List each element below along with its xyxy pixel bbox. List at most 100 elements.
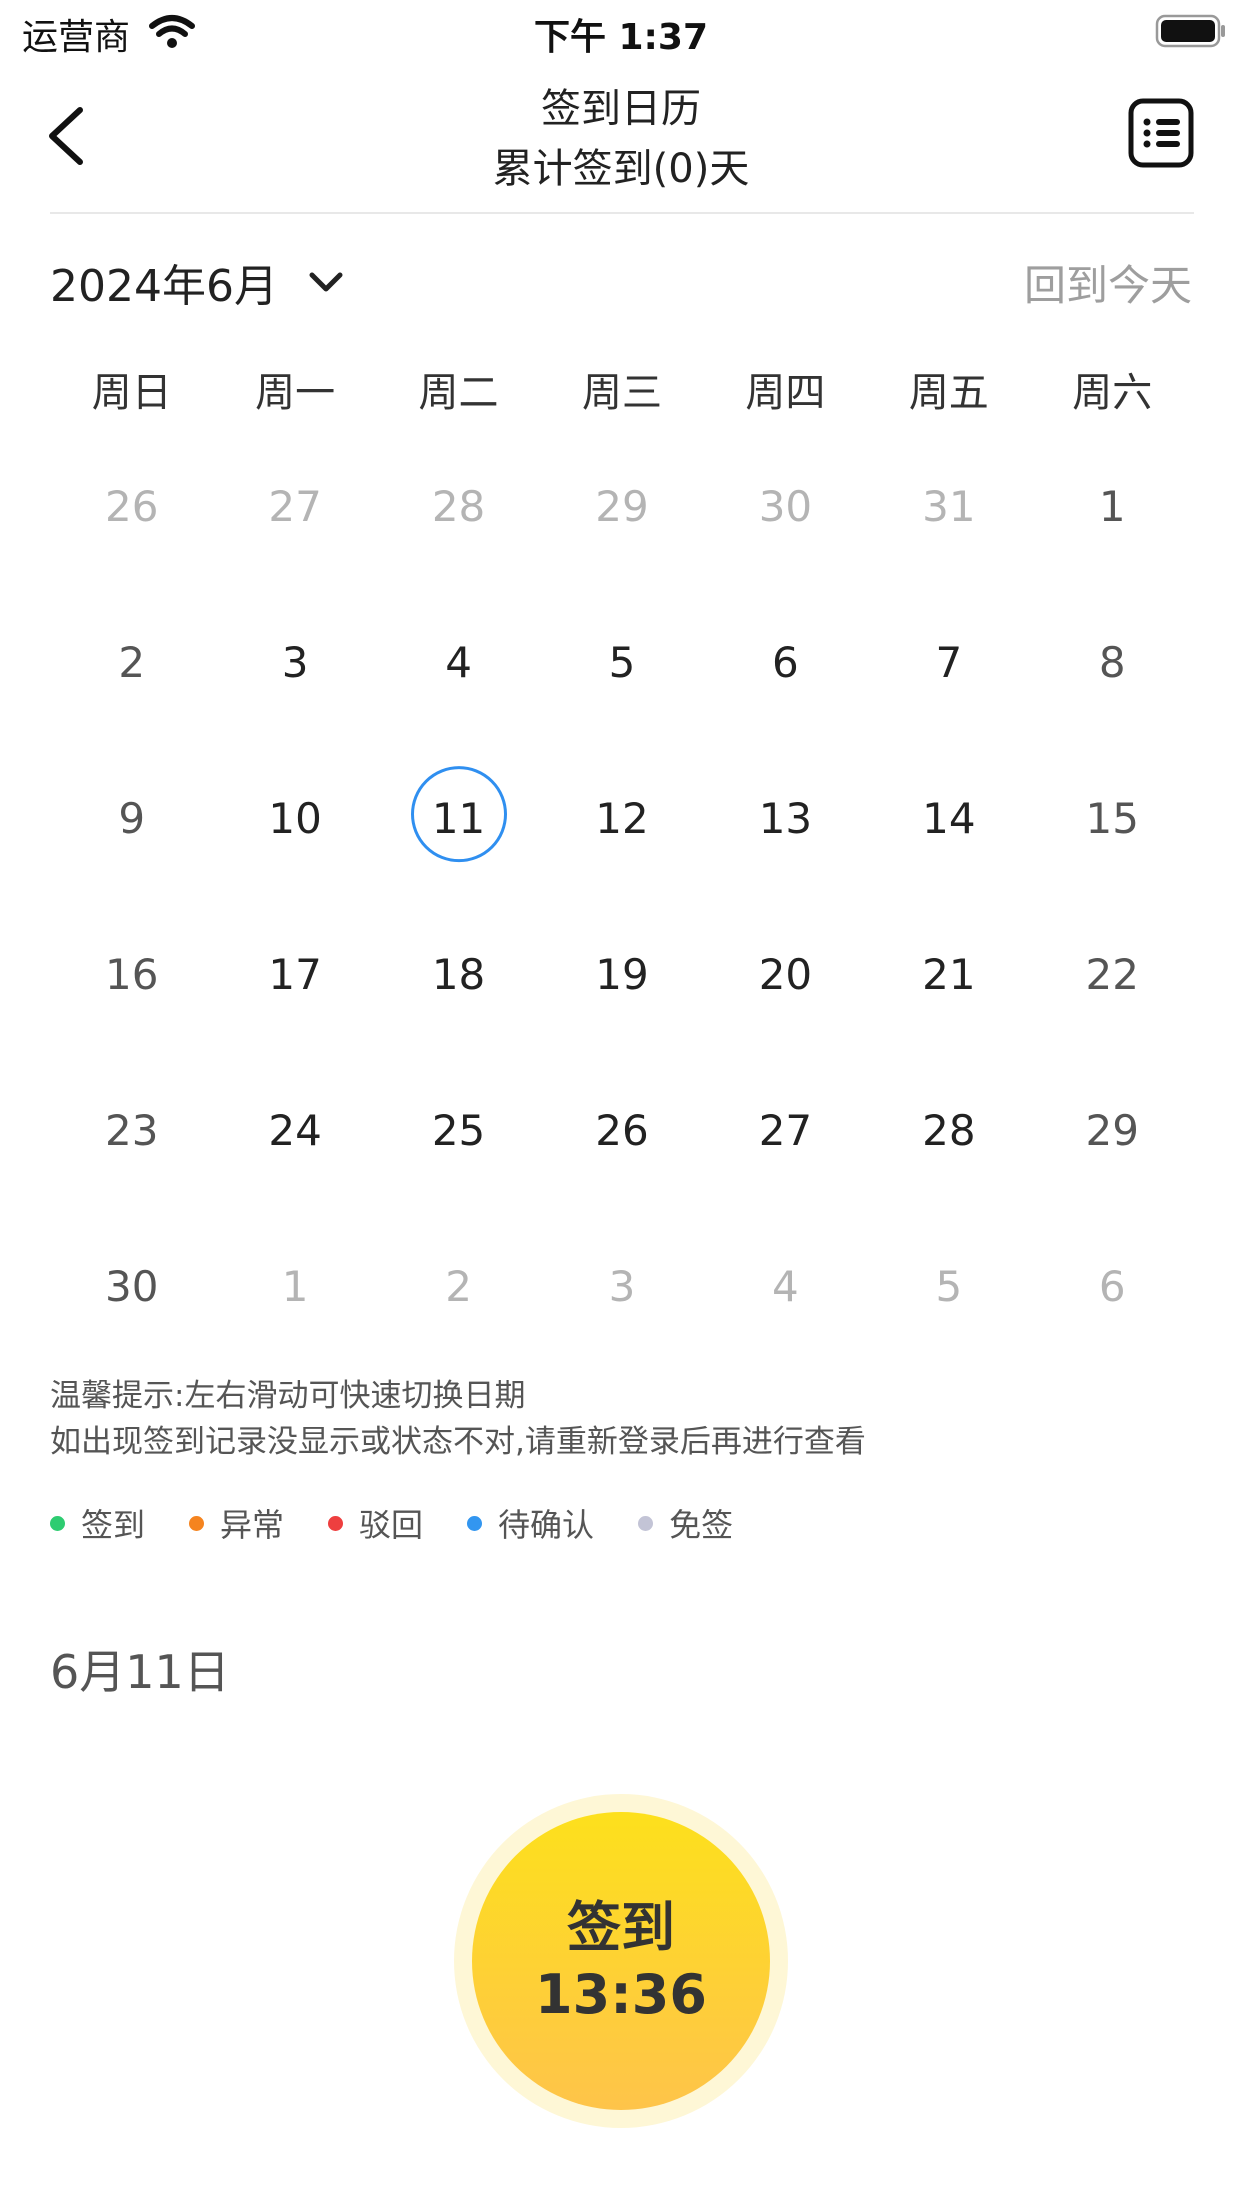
calendar-day[interactable]: 21 bbox=[867, 896, 1030, 1052]
calendar-day[interactable]: 30 bbox=[704, 428, 867, 584]
calendar-day[interactable]: 6 bbox=[704, 584, 867, 740]
calendar-day[interactable]: 29 bbox=[540, 428, 703, 584]
calendar-day[interactable]: 27 bbox=[213, 428, 376, 584]
calendar-day[interactable]: 12 bbox=[540, 740, 703, 896]
legend-dot-icon bbox=[328, 1515, 344, 1531]
checkin-time: 13:36 bbox=[535, 1963, 707, 2026]
day-number: 15 bbox=[1085, 793, 1139, 843]
weekday-label: 周三 bbox=[581, 370, 662, 416]
day-number: 1 bbox=[281, 1261, 309, 1311]
weekday-label: 周五 bbox=[908, 370, 989, 416]
day-number: 13 bbox=[758, 793, 813, 843]
legend-item: 签到 bbox=[50, 1500, 145, 1546]
calendar-day[interactable]: 1 bbox=[1031, 428, 1194, 584]
calendar-day[interactable]: 29 bbox=[1031, 1052, 1194, 1208]
header-divider bbox=[50, 212, 1194, 214]
day-number: 4 bbox=[772, 1261, 799, 1311]
tip-text: 温馨提示:左右滑动可快速切换日期 bbox=[50, 1378, 526, 1414]
calendar-day[interactable]: 18 bbox=[377, 896, 540, 1052]
day-number: 27 bbox=[268, 481, 322, 531]
back-to-today-button[interactable]: 回到今天 bbox=[1024, 252, 1192, 313]
legend-item: 待确认 bbox=[467, 1500, 594, 1546]
legend-item: 驳回 bbox=[328, 1500, 423, 1546]
day-number: 17 bbox=[268, 949, 322, 999]
calendar-day[interactable]: 4 bbox=[377, 584, 540, 740]
calendar-day[interactable]: 9 bbox=[50, 740, 213, 896]
calendar-day-today[interactable]: 11 bbox=[377, 740, 540, 896]
legend-label: 签到 bbox=[81, 1506, 146, 1544]
day-number: 23 bbox=[104, 1105, 159, 1155]
weekday-label: 周一 bbox=[255, 370, 336, 416]
calendar-day[interactable]: 5 bbox=[540, 584, 703, 740]
checkin-button[interactable]: 签到 13:36 bbox=[472, 1812, 770, 2110]
chevron-down-icon bbox=[309, 272, 343, 292]
calendar-day[interactable]: 7 bbox=[867, 584, 1030, 740]
calendar-day[interactable]: 1 bbox=[213, 1208, 376, 1364]
day-number: 3 bbox=[608, 1261, 636, 1311]
page-title: 签到日历 bbox=[541, 86, 701, 132]
calendar-day[interactable]: 17 bbox=[213, 896, 376, 1052]
legend-dot-icon bbox=[638, 1515, 654, 1531]
calendar-day[interactable]: 28 bbox=[377, 428, 540, 584]
calendar-day[interactable]: 15 bbox=[1031, 740, 1194, 896]
calendar-day[interactable]: 16 bbox=[50, 896, 213, 1052]
calendar-day[interactable]: 23 bbox=[50, 1052, 213, 1208]
day-number: 9 bbox=[118, 793, 146, 843]
calendar-day[interactable]: 8 bbox=[1031, 584, 1194, 740]
legend-item: 异常 bbox=[189, 1500, 284, 1546]
day-number: 16 bbox=[104, 949, 159, 999]
weekday-label: 周六 bbox=[1072, 370, 1153, 416]
day-number: 26 bbox=[595, 1105, 649, 1155]
calendar-day[interactable]: 20 bbox=[704, 896, 867, 1052]
selected-date-label: 6月11日 bbox=[50, 1645, 230, 1699]
day-number: 7 bbox=[935, 637, 963, 687]
calendar-day[interactable]: 24 bbox=[213, 1052, 376, 1208]
calendar-day[interactable]: 30 bbox=[50, 1208, 213, 1364]
calendar-day[interactable]: 3 bbox=[213, 584, 376, 740]
calendar-day[interactable]: 5 bbox=[867, 1208, 1030, 1364]
weekday-label: 周日 bbox=[91, 370, 172, 416]
day-number: 22 bbox=[1085, 949, 1139, 999]
calendar-day[interactable]: 6 bbox=[1031, 1208, 1194, 1364]
calendar-day[interactable]: 22 bbox=[1031, 896, 1194, 1052]
calendar-day[interactable]: 26 bbox=[540, 1052, 703, 1208]
day-number: 26 bbox=[104, 481, 159, 531]
tip-text-secondary: 如出现签到记录没显示或状态不对,请重新登录后再进行查看 bbox=[50, 1424, 866, 1460]
day-number: 12 bbox=[595, 793, 649, 843]
legend-label: 待确认 bbox=[498, 1506, 595, 1544]
day-number: 28 bbox=[431, 481, 486, 531]
day-number: 27 bbox=[758, 1105, 813, 1155]
day-number: 5 bbox=[935, 1261, 963, 1311]
calendar-day[interactable]: 13 bbox=[704, 740, 867, 896]
day-number: 14 bbox=[922, 793, 976, 843]
calendar-day[interactable]: 2 bbox=[377, 1208, 540, 1364]
day-number: 10 bbox=[268, 793, 322, 843]
calendar-day[interactable]: 26 bbox=[50, 428, 213, 584]
day-number: 8 bbox=[1098, 637, 1126, 687]
weekday-label: 周二 bbox=[418, 370, 499, 416]
month-label: 2024年6月 bbox=[50, 261, 278, 312]
day-number: 20 bbox=[758, 949, 813, 999]
day-number: 25 bbox=[431, 1105, 486, 1155]
calendar-grid: 26 27 28 29 30 31 1 2 3 4 5 6 7 8 9 10 11 12 13 14 15 16 17 18 1… bbox=[50, 428, 1194, 1364]
calendar-day[interactable]: 14 bbox=[867, 740, 1030, 896]
calendar-day[interactable]: 3 bbox=[540, 1208, 703, 1364]
calendar-day[interactable]: 2 bbox=[50, 584, 213, 740]
status-bar: 运营商 下午 1:37 bbox=[0, 0, 1242, 62]
month-picker[interactable]: 2024年6月 bbox=[50, 250, 346, 314]
calendar-day[interactable]: 28 bbox=[867, 1052, 1030, 1208]
calendar-day[interactable]: 19 bbox=[540, 896, 703, 1052]
day-number: 6 bbox=[1098, 1261, 1126, 1311]
day-number: 3 bbox=[281, 637, 309, 687]
calendar-day[interactable]: 27 bbox=[704, 1052, 867, 1208]
legend-dot-icon bbox=[467, 1515, 483, 1531]
day-number: 30 bbox=[104, 1261, 159, 1311]
list-button[interactable] bbox=[1128, 98, 1194, 168]
calendar-day[interactable]: 25 bbox=[377, 1052, 540, 1208]
day-number: 29 bbox=[595, 481, 649, 531]
calendar-day[interactable]: 10 bbox=[213, 740, 376, 896]
calendar-day[interactable]: 4 bbox=[704, 1208, 867, 1364]
legend-label: 驳回 bbox=[359, 1506, 424, 1544]
calendar-day[interactable]: 31 bbox=[867, 428, 1030, 584]
day-number: 2 bbox=[118, 637, 146, 687]
